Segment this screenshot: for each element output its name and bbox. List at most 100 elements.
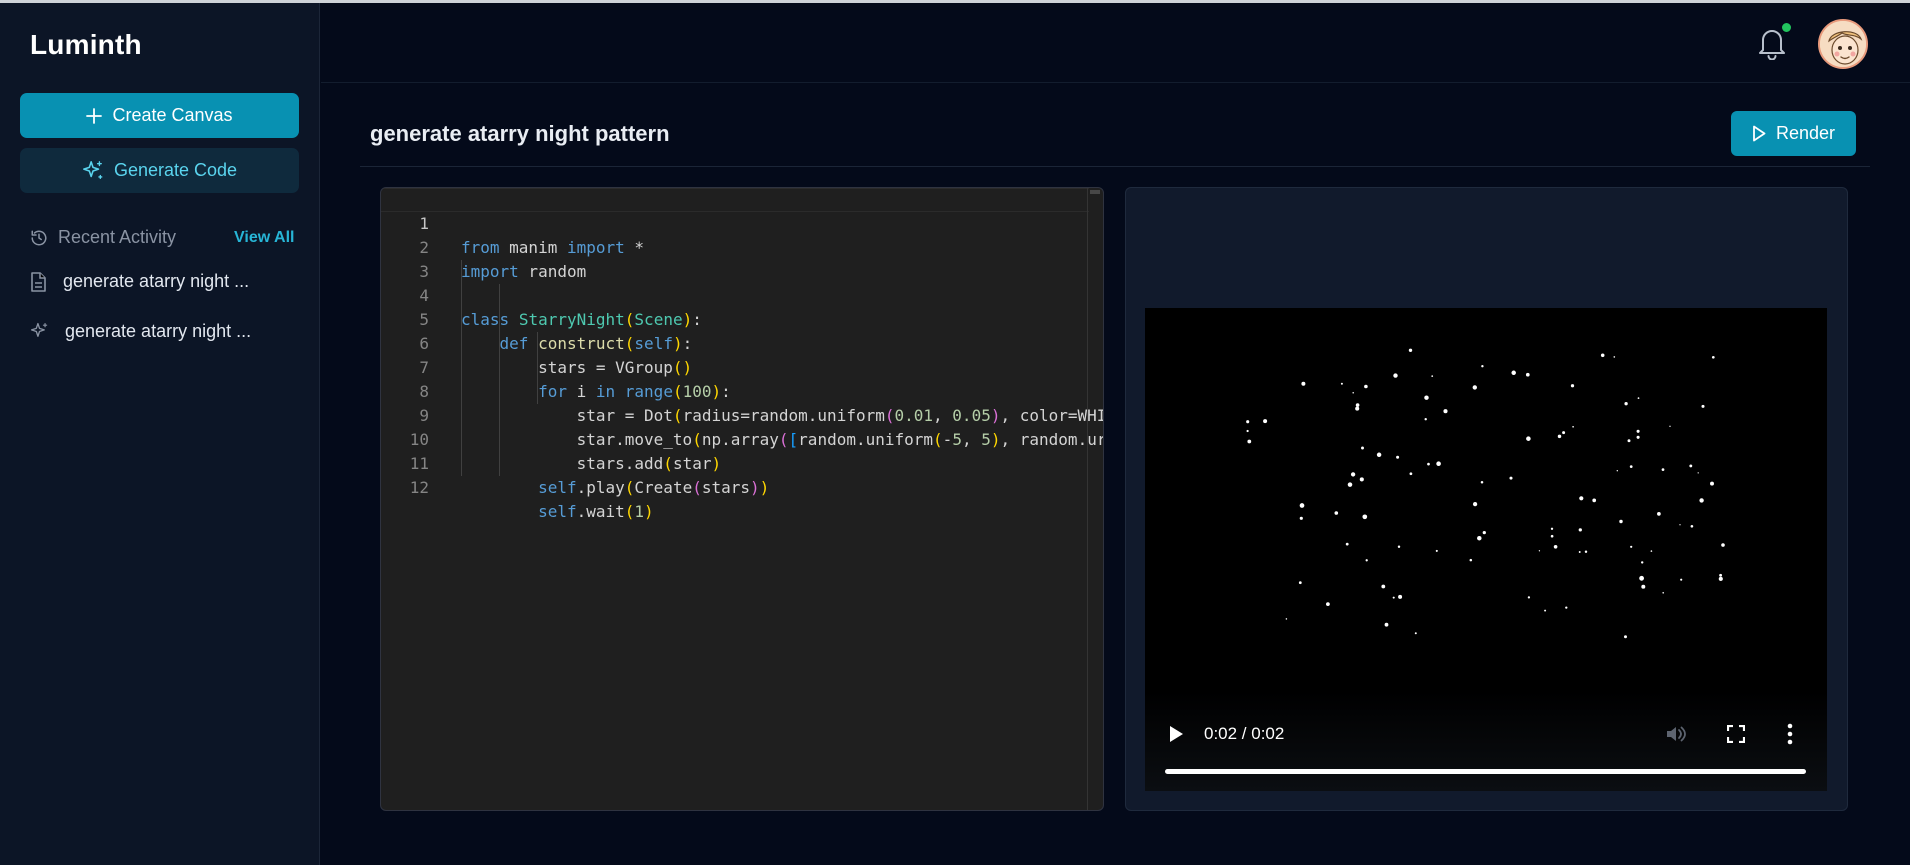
- star-dot: [1629, 465, 1633, 468]
- star-dot: [1334, 511, 1339, 515]
- brand-logo[interactable]: Luminth: [30, 29, 142, 61]
- fullscreen-icon[interactable]: [1727, 725, 1745, 743]
- recent-item[interactable]: generate atarry night ...: [30, 321, 251, 342]
- star-dot: [1362, 514, 1368, 520]
- star-dot: [1246, 429, 1249, 433]
- avatar-image: [1820, 21, 1866, 67]
- code-line: 12 self.wait(1): [381, 452, 654, 521]
- star-dot: [1718, 576, 1723, 581]
- star-dot: [1365, 559, 1368, 562]
- star-dot: [1398, 594, 1403, 599]
- star-dot: [1538, 550, 1541, 552]
- current-line-highlight: [381, 188, 1089, 212]
- play-icon[interactable]: [1167, 724, 1185, 744]
- recent-activity-label: Recent Activity: [58, 227, 177, 247]
- video-frame-starfield: [1246, 348, 1725, 639]
- generate-code-label: Generate Code: [113, 160, 238, 180]
- volume-muted-icon[interactable]: [1665, 723, 1687, 745]
- star-dot: [1640, 561, 1644, 564]
- star-dot: [1511, 370, 1516, 376]
- star-dot: [1526, 436, 1531, 441]
- star-dot: [1579, 496, 1584, 501]
- star-dot: [1397, 545, 1401, 548]
- star-dot: [1427, 462, 1430, 466]
- star-dot: [1578, 551, 1581, 553]
- code-text: stars.add(star): [461, 454, 722, 473]
- star-dot: [1600, 353, 1605, 358]
- star-dot: [1424, 395, 1429, 400]
- notification-badge: [1781, 22, 1792, 33]
- star-dot: [1350, 472, 1356, 477]
- code-line: 10 stars.add(star): [381, 404, 721, 473]
- star-dot: [1436, 461, 1441, 466]
- code-line: 7 for i in range(100):: [381, 332, 730, 401]
- star-dot: [1431, 375, 1434, 377]
- star-dot: [1298, 581, 1302, 585]
- view-all-link[interactable]: View All: [234, 229, 294, 247]
- code-line: 3: [381, 236, 439, 281]
- star-dot: [1679, 524, 1681, 526]
- star-dot: [1481, 365, 1484, 368]
- editor-scrollbar[interactable]: [1090, 190, 1100, 194]
- recent-item-label: generate atarry night ...: [65, 321, 252, 341]
- star-dot: [1584, 550, 1588, 554]
- star-dot: [1299, 516, 1303, 520]
- star-dot: [1636, 429, 1640, 433]
- star-dot: [1624, 635, 1627, 639]
- title-divider: [360, 166, 1870, 167]
- star-dot: [1352, 391, 1354, 394]
- recent-activity-heading: Recent Activity: [30, 227, 176, 248]
- document-icon: [31, 271, 46, 292]
- star-dot: [1469, 558, 1473, 562]
- star-dot: [1624, 402, 1628, 406]
- star-dot: [1630, 545, 1633, 548]
- star-dot: [1680, 578, 1683, 581]
- star-dot: [1414, 632, 1417, 635]
- star-dot: [1424, 418, 1427, 421]
- code-line: 5 def construct(self):: [381, 284, 692, 353]
- video-progress-bar[interactable]: [1165, 769, 1806, 774]
- star-dot: [1263, 419, 1268, 424]
- recent-item-label: generate atarry night ...: [63, 271, 250, 291]
- star-dot: [1578, 528, 1582, 532]
- page-title: generate atarry night pattern: [370, 121, 670, 146]
- star-dot: [1472, 501, 1478, 507]
- video-player[interactable]: 0:02 / 0:02: [1145, 308, 1827, 791]
- star-dot: [1572, 425, 1574, 428]
- code-text: star = Dot(radius=random.uniform(0.01, 0…: [461, 406, 1104, 425]
- star-dot: [1565, 606, 1568, 609]
- star-dot: [1299, 503, 1305, 508]
- line-number: 12: [409, 478, 429, 497]
- star-dot: [1627, 439, 1631, 443]
- star-dot: [1409, 472, 1413, 476]
- star-dot: [1637, 397, 1640, 399]
- render-button[interactable]: Render: [1731, 111, 1856, 156]
- star-dot: [1246, 420, 1250, 424]
- render-label: Render: [1775, 123, 1836, 143]
- star-dot: [1616, 470, 1618, 472]
- code-text: import random: [461, 262, 587, 281]
- star-dot: [1650, 550, 1653, 552]
- code-text: self.play(Create(stars)): [538, 478, 770, 497]
- star-dot: [1355, 406, 1360, 411]
- code-editor[interactable]: 1 from manim import * 2 import random 3 …: [380, 187, 1104, 811]
- star-dot: [1482, 530, 1486, 535]
- star-dot: [1384, 622, 1389, 627]
- more-options-icon[interactable]: [1787, 723, 1793, 745]
- create-canvas-label: Create Canvas: [112, 105, 233, 125]
- star-dot: [1639, 575, 1644, 581]
- star-dot: [1472, 385, 1477, 390]
- star-dot: [1636, 435, 1640, 439]
- code-text: star.move_to(np.array([random.uniform(-5…: [461, 430, 1104, 449]
- star-dot: [1719, 573, 1723, 577]
- recent-item[interactable]: generate atarry night ...: [30, 271, 249, 292]
- generate-code-button[interactable]: Generate Code: [20, 148, 299, 193]
- sparkle-icon: [30, 322, 48, 337]
- plus-icon: [86, 107, 103, 124]
- video-time: 0:02 / 0:02: [1204, 724, 1285, 743]
- create-canvas-button[interactable]: Create Canvas: [20, 93, 299, 138]
- avatar[interactable]: [1818, 19, 1868, 69]
- video-controls: 0:02 / 0:02: [1145, 691, 1827, 791]
- editor-minimap-divider: [1087, 188, 1088, 810]
- sparkle-icon: [83, 160, 103, 179]
